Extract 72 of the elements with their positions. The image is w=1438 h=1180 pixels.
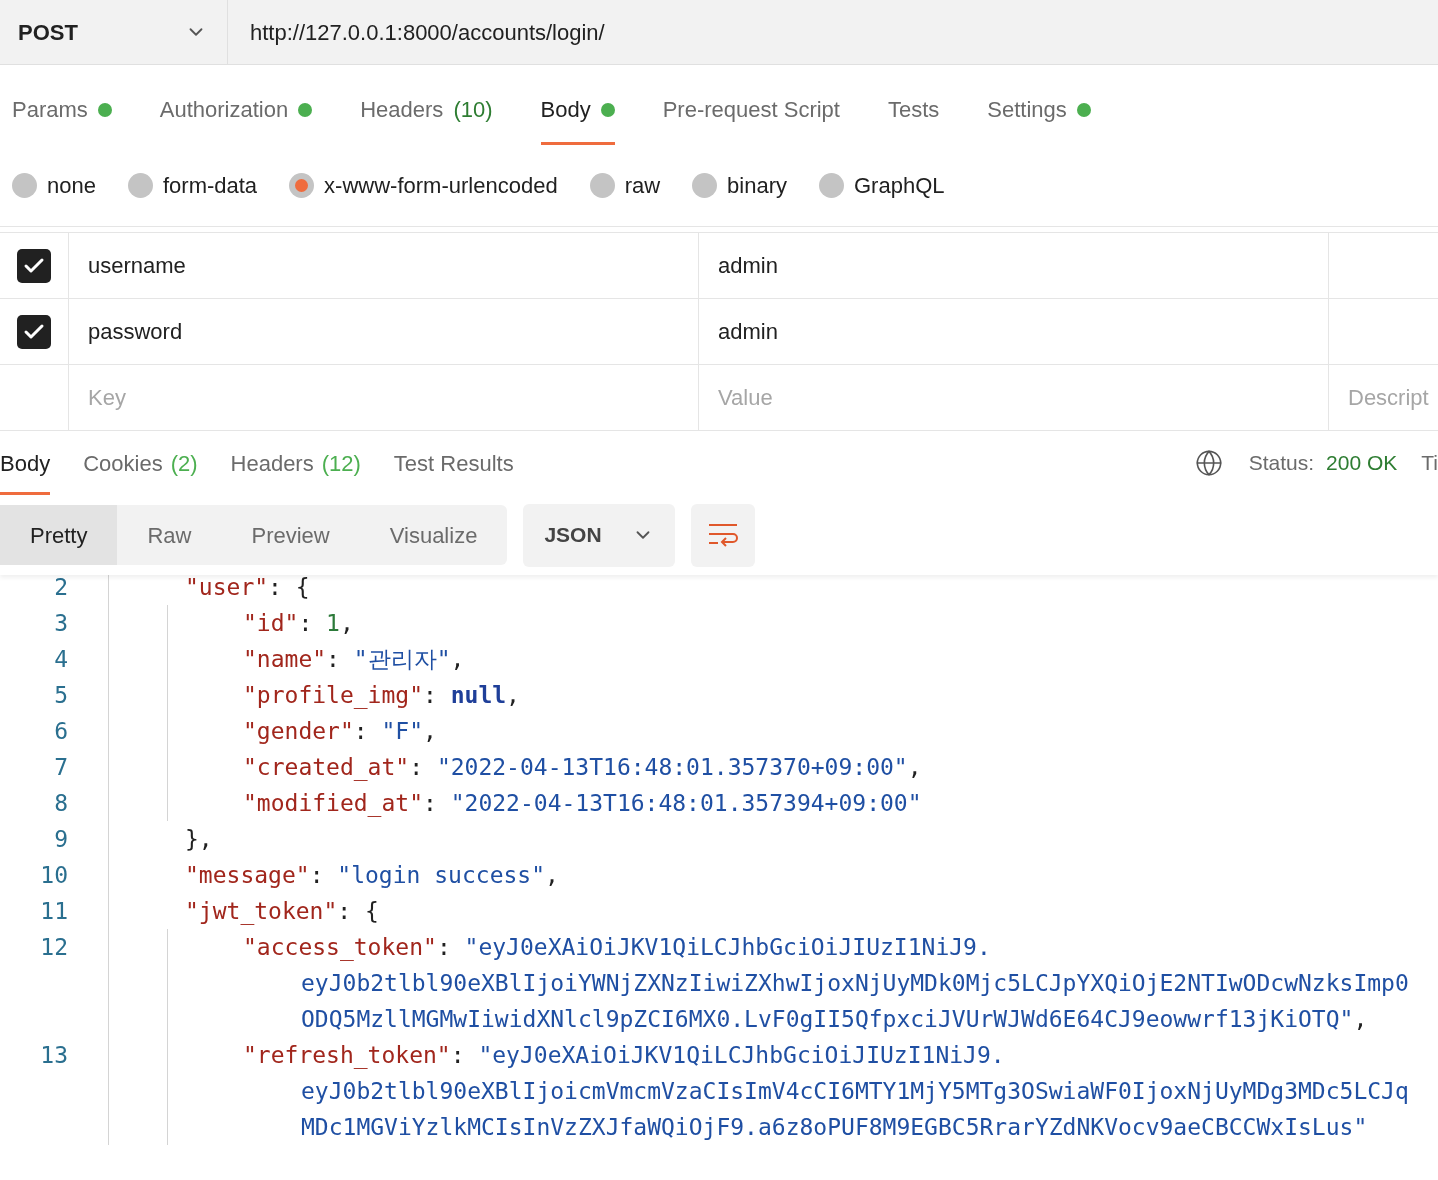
radio-button[interactable]	[127, 173, 153, 198]
code-line: "profile_img": null,	[242, 680, 520, 711]
code-line: "message": "login success",	[184, 860, 559, 890]
key-cell[interactable]: password	[69, 299, 699, 364]
radio-button[interactable]	[589, 173, 615, 198]
request-tab[interactable]: Tests	[887, 81, 940, 145]
view-mode-tab[interactable]: Raw	[117, 505, 222, 565]
line-number: 8	[53, 788, 68, 818]
line-number: 3	[53, 608, 68, 638]
radio-button[interactable]	[12, 173, 37, 198]
response-meta-label: Ti	[1421, 450, 1438, 477]
line-number: 10	[39, 860, 68, 890]
status-label: Status:	[1248, 450, 1315, 477]
description-field[interactable]: Descript	[1329, 365, 1438, 430]
url-field[interactable]: http://127.0.0.1:8000/accounts/login/	[228, 0, 1438, 64]
code-line: "refresh_token": "eyJ0eXAiOiJKV1QiLCJhbGciOiJIUzI1NiJ9.	[242, 1040, 1005, 1071]
code-line: "created_at": "2022-04-13T16:48:01.357370+09:00",	[242, 752, 922, 783]
code-line: "modified_at": "2022-04-13T16:48:01.357394+09:00"	[242, 788, 922, 819]
radio-label: none	[47, 172, 96, 200]
view-mode-tab[interactable]: Preview	[221, 505, 360, 565]
checkbox[interactable]	[17, 314, 51, 349]
view-mode-tab[interactable]: Visualize	[359, 505, 508, 565]
wrap-lines-button[interactable]	[691, 503, 756, 567]
line-number: 2	[53, 572, 68, 602]
request-tab[interactable]: Params	[12, 81, 112, 145]
checkbox[interactable]	[17, 248, 51, 283]
line-number: 5	[53, 680, 68, 710]
radio-label: x-www-form-urlencoded	[324, 172, 558, 200]
request-tab[interactable]: Body	[540, 81, 615, 145]
code-line: "user": {	[184, 572, 310, 602]
view-mode-tab[interactable]: Pretty	[0, 505, 118, 565]
request-tab[interactable]: Authorization	[159, 81, 313, 145]
code-line: },	[184, 824, 213, 854]
request-tab[interactable]: Headers (10)	[360, 81, 493, 145]
method-dropdown[interactable]: POST	[0, 0, 228, 64]
radio-label: form-data	[162, 172, 258, 200]
radio-label: binary	[727, 172, 787, 200]
code-line: MDc1MGViYzlkMCIsInVzZXJfaWQiOjF9.a6z8oPUF8M9EGBC5RrarYZdNKVocv9aeCBCCWxIsLus"	[300, 1112, 1368, 1142]
code-line: "id": 1,	[242, 608, 354, 638]
key-field[interactable]: Key	[69, 365, 699, 430]
value-cell[interactable]: admin	[699, 233, 1329, 298]
format-dropdown[interactable]: JSON	[523, 503, 676, 567]
line-number: 7	[53, 752, 68, 782]
value-cell[interactable]: admin	[699, 299, 1329, 364]
response-tab[interactable]: Test Results	[393, 431, 514, 495]
line-number: 13	[39, 1040, 68, 1070]
status-value: 200 OK	[1326, 450, 1398, 477]
request-tab[interactable]: Pre-request Script	[662, 81, 840, 145]
line-number: 4	[53, 644, 68, 674]
radio-button[interactable]	[819, 173, 844, 198]
code-line: eyJ0b2tlbl90eXBlIjoicmVmcmVzaCIsImV4cCI6MTY1MjY5MTg3OSwiaWF0IjoxNjUyMDg3MDc5LCJq	[300, 1076, 1409, 1106]
code-line: eyJ0b2tlbl90eXBlIjoiYWNjZXNzIiwiZXhwIjoxNjUyMDk0Mjc5LCJpYXQiOjE2NTIwODcwNzksImp0	[300, 968, 1409, 998]
line-number: 11	[39, 896, 68, 926]
code-line: "name": "관리자",	[242, 644, 465, 674]
radio-button[interactable]	[289, 173, 315, 198]
code-line: "jwt_token": {	[184, 896, 379, 927]
code-line: "gender": "F",	[242, 716, 437, 746]
response-tab[interactable]: Headers (12)	[230, 431, 361, 495]
line-number: 6	[53, 716, 68, 746]
code-line: ODQ5MzllMGMwIiwidXNlcl9pZCI6MX0.LvF0gII5QfpxciJVUrWJWd6E64CJ9eowwrf13jKiOTQ",	[300, 1004, 1368, 1034]
code-line: "access_token": "eyJ0eXAiOiJKV1QiLCJhbGciOiJIUzI1NiJ9.	[242, 932, 991, 963]
request-tab[interactable]: Settings	[987, 81, 1091, 145]
response-tab[interactable]: Cookies (2)	[83, 431, 198, 495]
line-number: 9	[53, 824, 68, 854]
wrap-lines-icon	[707, 522, 740, 548]
radio-label: GraphQL	[854, 172, 945, 200]
radio-button[interactable]	[692, 173, 718, 198]
line-number: 12	[39, 932, 68, 962]
value-field[interactable]: Value	[699, 365, 1329, 430]
radio-label: raw	[624, 172, 661, 200]
globe-icon[interactable]	[1194, 449, 1223, 477]
key-cell[interactable]: username	[69, 233, 699, 298]
